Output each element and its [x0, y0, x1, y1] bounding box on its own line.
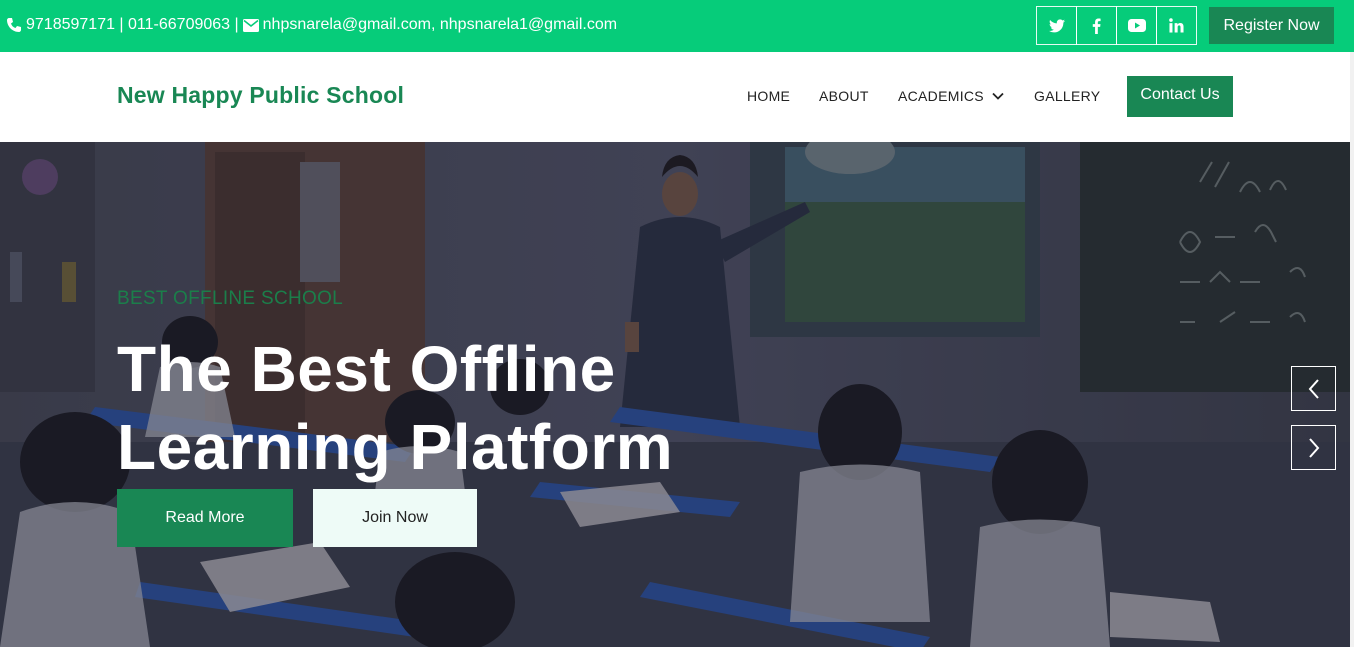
youtube-button[interactable] — [1116, 6, 1157, 45]
main-navbar: New Happy Public School HOME ABOUT ACADE… — [0, 52, 1350, 142]
facebook-button[interactable] — [1076, 6, 1117, 45]
nav-about[interactable]: ABOUT — [819, 88, 869, 104]
carousel-next-button[interactable] — [1291, 425, 1336, 470]
social-links — [1036, 6, 1197, 45]
nav-academics-label: ACADEMICS — [898, 88, 984, 104]
youtube-icon — [1127, 19, 1146, 32]
chevron-down-icon — [992, 92, 1004, 100]
linkedin-icon — [1169, 18, 1184, 33]
nav-home[interactable]: HOME — [747, 88, 790, 104]
nav-gallery[interactable]: GALLERY — [1034, 88, 1100, 104]
read-more-button[interactable]: Read More — [117, 489, 293, 547]
site-brand[interactable]: New Happy Public School — [117, 82, 404, 109]
email-addresses[interactable]: nhpsnarela@gmail.com, nhpsnarela1@gmail.… — [263, 16, 617, 34]
join-now-button[interactable]: Join Now — [313, 489, 477, 547]
facebook-icon — [1092, 18, 1101, 34]
hero-title-line-1: The Best Offline — [117, 333, 616, 405]
nav-academics[interactable]: ACADEMICS — [898, 88, 1004, 104]
twitter-icon — [1048, 18, 1065, 32]
nav-home-label: HOME — [747, 88, 791, 104]
nav-about-label: ABOUT — [819, 88, 869, 104]
page-scrollbar[interactable] — [1350, 52, 1354, 647]
contact-us-button[interactable]: Contact Us — [1127, 76, 1233, 117]
hero-carousel: BEST OFFLINE SCHOOL The Best Offline Lea… — [0, 142, 1350, 647]
twitter-button[interactable] — [1036, 6, 1077, 45]
chevron-left-icon — [1308, 378, 1319, 399]
phone-numbers: 9718597171 | 011-66709063 | — [26, 16, 239, 33]
register-now-button[interactable]: Register Now — [1209, 7, 1334, 44]
hero-title: The Best Offline Learning Platform — [117, 330, 737, 486]
hero-eyebrow: BEST OFFLINE SCHOOL — [117, 288, 344, 309]
chevron-right-icon — [1308, 437, 1319, 458]
carousel-prev-button[interactable] — [1291, 366, 1336, 411]
phone-icon — [7, 18, 21, 32]
contact-info: 9718597171 | 011-66709063 | nhpsnarela@g… — [6, 16, 617, 34]
nav-gallery-label: GALLERY — [1034, 88, 1101, 104]
hero-title-line-2: Learning Platform — [117, 411, 674, 483]
envelope-icon — [242, 18, 259, 32]
linkedin-button[interactable] — [1156, 6, 1197, 45]
top-contact-bar: 9718597171 | 011-66709063 | nhpsnarela@g… — [0, 0, 1354, 52]
